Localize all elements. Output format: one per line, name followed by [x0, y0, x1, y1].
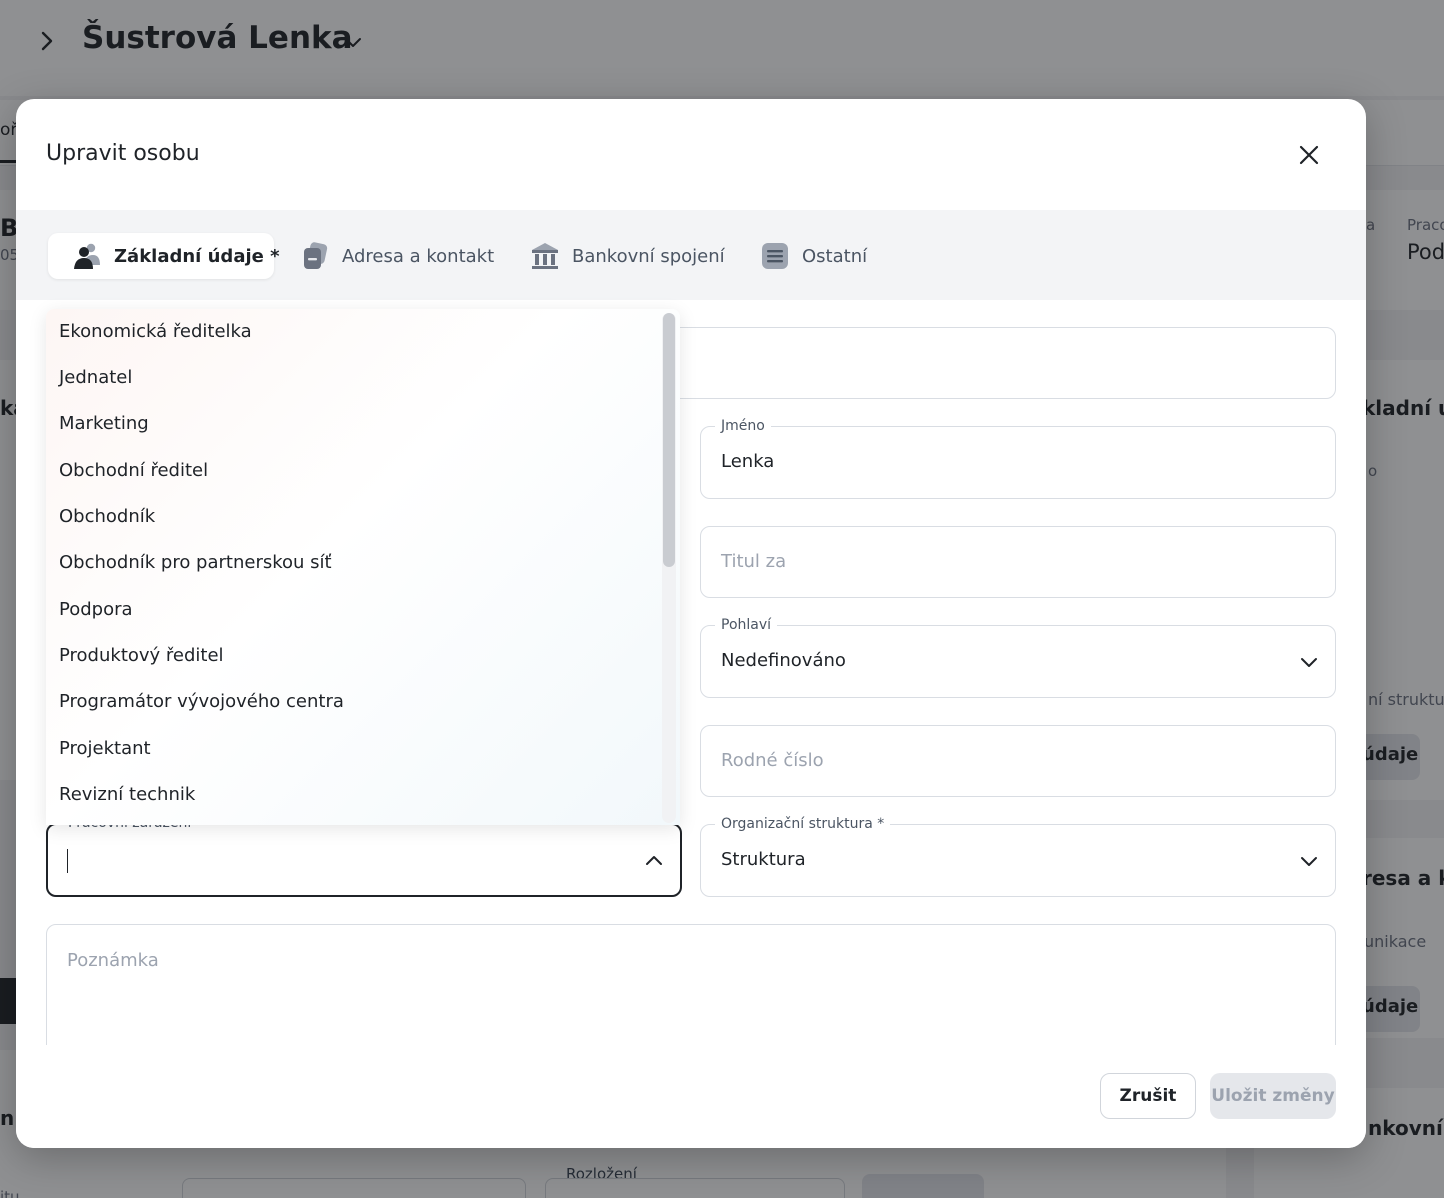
- tab-label: Základní údaje *: [114, 245, 280, 267]
- dropdown-option[interactable]: Projektant: [59, 738, 151, 759]
- tab-label: Ostatní: [802, 245, 868, 267]
- bank-icon: [530, 241, 560, 271]
- chevron-up-icon[interactable]: [644, 851, 664, 871]
- field-value: Lenka: [721, 451, 775, 472]
- dropdown-option[interactable]: Produktový ředitel: [59, 645, 224, 666]
- pohlavi-select[interactable]: Pohlaví Nedefinováno: [700, 616, 1336, 698]
- field-value: Struktura: [721, 849, 806, 870]
- poznamka-textarea[interactable]: Poznámka: [46, 924, 1336, 1064]
- field-label: Organizační struktura *: [715, 815, 891, 833]
- text-cursor: [67, 849, 68, 873]
- chevron-down-icon: [1301, 658, 1317, 667]
- field-placeholder: Poznámka: [67, 950, 159, 971]
- dropdown-option[interactable]: Programátor vývojového centra: [59, 691, 344, 712]
- dialog-tabbar: Základní údaje * Adresa a kontakt Bankov…: [16, 210, 1366, 300]
- field-placeholder: Titul za: [721, 551, 787, 572]
- tab-ostatni[interactable]: Ostatní: [736, 233, 891, 279]
- dropdown-option[interactable]: Obchodník: [59, 506, 155, 527]
- jmeno-field[interactable]: Jméno Lenka: [700, 417, 1336, 499]
- tab-zakladni-udaje[interactable]: Základní údaje *: [48, 233, 280, 279]
- dropdown-option[interactable]: Jednatel: [59, 367, 132, 388]
- dropdown-option[interactable]: Obchodní ředitel: [59, 460, 208, 481]
- cancel-button[interactable]: Zrušit: [1100, 1073, 1196, 1119]
- chevron-down-icon: [1301, 857, 1317, 866]
- dropdown-option[interactable]: Marketing: [59, 413, 149, 434]
- contact-card-icon: [300, 241, 330, 271]
- dropdown-option[interactable]: Podpora: [59, 599, 133, 620]
- tab-adresa-a-kontakt[interactable]: Adresa a kontakt: [276, 233, 518, 279]
- organizacni-struktura-select[interactable]: Organizační struktura * Struktura: [700, 815, 1336, 897]
- field-label: Jméno: [715, 417, 771, 435]
- edit-person-dialog: Upravit osobu Základní údaje * Adresa a …: [16, 99, 1366, 1148]
- field-label: Pohlaví: [715, 616, 778, 634]
- titul-za-field[interactable]: Titul za: [700, 526, 1336, 598]
- person-icon: [72, 241, 102, 271]
- field-value: Nedefinováno: [721, 650, 846, 671]
- pracovni-zarazeni-combobox[interactable]: Pracovní zařazení: [46, 814, 682, 897]
- save-changes-button[interactable]: Uložit změny: [1210, 1073, 1336, 1119]
- dropdown-option[interactable]: Revizní technik: [59, 784, 195, 805]
- tab-label: Bankovní spojení: [572, 245, 725, 267]
- close-icon: [1299, 145, 1319, 165]
- pracovni-zarazeni-options: Ekonomická ředitelka Jednatel Marketing …: [46, 309, 680, 825]
- dropdown-option[interactable]: Ekonomická ředitelka: [59, 321, 252, 342]
- field-placeholder: Rodné číslo: [721, 750, 824, 771]
- rodne-cislo-field[interactable]: Rodné číslo: [700, 725, 1336, 797]
- tab-label: Adresa a kontakt: [342, 245, 495, 267]
- close-button[interactable]: [1291, 137, 1327, 173]
- dropdown-scrollbar-thumb[interactable]: [663, 313, 675, 567]
- dialog-title: Upravit osobu: [46, 141, 200, 166]
- dropdown-option[interactable]: Obchodník pro partnerskou síť: [59, 552, 332, 573]
- tab-bankovni-spojeni[interactable]: Bankovní spojení: [506, 233, 749, 279]
- list-icon: [760, 241, 790, 271]
